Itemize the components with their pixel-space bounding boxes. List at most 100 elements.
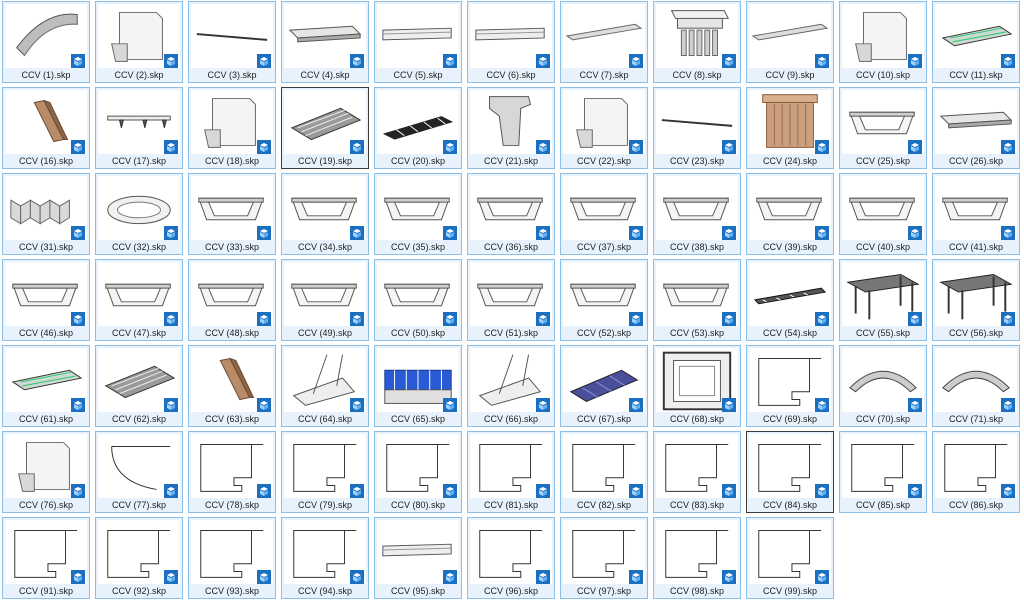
file-tile[interactable]: CCV (4).skp [281,1,369,83]
file-tile[interactable]: CCV (23).skp [653,87,741,169]
file-tile[interactable]: CCV (91).skp [2,517,90,599]
file-tile[interactable]: CCV (52).skp [560,259,648,341]
file-tile[interactable]: CCV (62).skp [95,345,183,427]
file-tile[interactable]: CCV (95).skp [374,517,462,599]
file-tile[interactable]: CCV (80).skp [374,431,462,513]
file-name-label: CCV (94).skp [297,586,352,596]
file-tile[interactable]: CCV (68).skp [653,345,741,427]
file-tile[interactable]: CCV (70).skp [839,345,927,427]
sketchup-file-icon [815,54,829,68]
file-tile[interactable]: CCV (37).skp [560,173,648,255]
file-tile[interactable]: CCV (1).skp [2,1,90,83]
file-tile[interactable]: CCV (51).skp [467,259,555,341]
file-tile[interactable]: CCV (94).skp [281,517,369,599]
file-tile[interactable]: CCV (31).skp [2,173,90,255]
file-tile[interactable]: CCV (83).skp [653,431,741,513]
file-type-badge [164,484,178,498]
file-tile[interactable]: CCV (85).skp [839,431,927,513]
file-type-badge [815,398,829,412]
file-tile[interactable]: CCV (71).skp [932,345,1020,427]
file-tile[interactable]: CCV (69).skp [746,345,834,427]
file-name-label: CCV (6).skp [486,70,536,80]
file-tile[interactable]: CCV (98).skp [653,517,741,599]
file-tile[interactable]: CCV (65).skp [374,345,462,427]
file-type-badge [71,484,85,498]
file-tile[interactable]: CCV (10).skp [839,1,927,83]
file-tile[interactable]: CCV (18).skp [188,87,276,169]
file-tile[interactable]: CCV (26).skp [932,87,1020,169]
file-tile[interactable]: CCV (3).skp [188,1,276,83]
file-name-label: CCV (99).skp [762,586,817,596]
file-name-label: CCV (10).skp [855,70,910,80]
file-tile[interactable]: CCV (63).skp [188,345,276,427]
file-tile[interactable]: CCV (17).skp [95,87,183,169]
file-name-label: CCV (24).skp [762,156,817,166]
file-tile[interactable]: CCV (78).skp [188,431,276,513]
file-tile[interactable]: CCV (61).skp [2,345,90,427]
file-tile[interactable]: CCV (20).skp [374,87,462,169]
file-tile[interactable]: CCV (97).skp [560,517,648,599]
file-tile[interactable]: CCV (48).skp [188,259,276,341]
sketchup-file-icon [164,312,178,326]
file-tile[interactable]: CCV (36).skp [467,173,555,255]
file-tile[interactable]: CCV (64).skp [281,345,369,427]
file-tile[interactable]: CCV (93).skp [188,517,276,599]
file-tile[interactable]: CCV (7).skp [560,1,648,83]
file-tile[interactable]: CCV (9).skp [746,1,834,83]
file-tile[interactable]: CCV (22).skp [560,87,648,169]
sketchup-file-icon [164,54,178,68]
file-tile[interactable]: CCV (32).skp [95,173,183,255]
file-tile[interactable]: CCV (55).skp [839,259,927,341]
file-type-badge [257,54,271,68]
file-tile[interactable]: CCV (46).skp [2,259,90,341]
file-tile[interactable]: CCV (54).skp [746,259,834,341]
file-type-badge [815,226,829,240]
file-tile[interactable]: CCV (6).skp [467,1,555,83]
file-tile[interactable]: CCV (25).skp [839,87,927,169]
file-tile[interactable]: CCV (19).skp [281,87,369,169]
file-tile[interactable]: CCV (77).skp [95,431,183,513]
file-tile[interactable]: CCV (40).skp [839,173,927,255]
file-name-label: CCV (68).skp [669,414,724,424]
file-tile[interactable]: CCV (96).skp [467,517,555,599]
file-tile[interactable]: CCV (67).skp [560,345,648,427]
file-tile[interactable]: CCV (92).skp [95,517,183,599]
file-type-badge [629,312,643,326]
file-tile[interactable]: CCV (38).skp [653,173,741,255]
file-name-label: CCV (16).skp [18,156,73,166]
file-tile[interactable]: CCV (47).skp [95,259,183,341]
file-tile[interactable]: CCV (99).skp [746,517,834,599]
file-tile[interactable]: CCV (76).skp [2,431,90,513]
file-tile[interactable]: CCV (11).skp [932,1,1020,83]
sketchup-file-icon [350,54,364,68]
file-tile[interactable]: CCV (66).skp [467,345,555,427]
file-name-label: CCV (64).skp [297,414,352,424]
file-tile[interactable]: CCV (33).skp [188,173,276,255]
file-name-label: CCV (48).skp [204,328,259,338]
file-tile[interactable]: CCV (34).skp [281,173,369,255]
file-tile[interactable]: CCV (2).skp [95,1,183,83]
file-tile[interactable]: CCV (86).skp [932,431,1020,513]
file-tile[interactable]: CCV (24).skp [746,87,834,169]
file-tile[interactable]: CCV (5).skp [374,1,462,83]
file-tile[interactable]: CCV (21).skp [467,87,555,169]
file-tile[interactable]: CCV (81).skp [467,431,555,513]
file-type-badge [71,312,85,326]
file-tile[interactable]: CCV (41).skp [932,173,1020,255]
file-tile[interactable]: CCV (53).skp [653,259,741,341]
sketchup-file-icon [71,570,85,584]
file-tile[interactable]: CCV (84).skp [746,431,834,513]
file-type-badge [629,398,643,412]
file-name-label: CCV (85).skp [855,500,910,510]
file-tile[interactable]: CCV (39).skp [746,173,834,255]
file-tile[interactable]: CCV (49).skp [281,259,369,341]
file-tile[interactable]: CCV (8).skp [653,1,741,83]
file-tile[interactable]: CCV (16).skp [2,87,90,169]
file-tile[interactable]: CCV (79).skp [281,431,369,513]
file-tile[interactable]: CCV (82).skp [560,431,648,513]
file-name-label: CCV (2).skp [114,70,164,80]
file-tile[interactable]: CCV (35).skp [374,173,462,255]
file-name-label: CCV (76).skp [18,500,73,510]
file-tile[interactable]: CCV (50).skp [374,259,462,341]
file-tile[interactable]: CCV (56).skp [932,259,1020,341]
